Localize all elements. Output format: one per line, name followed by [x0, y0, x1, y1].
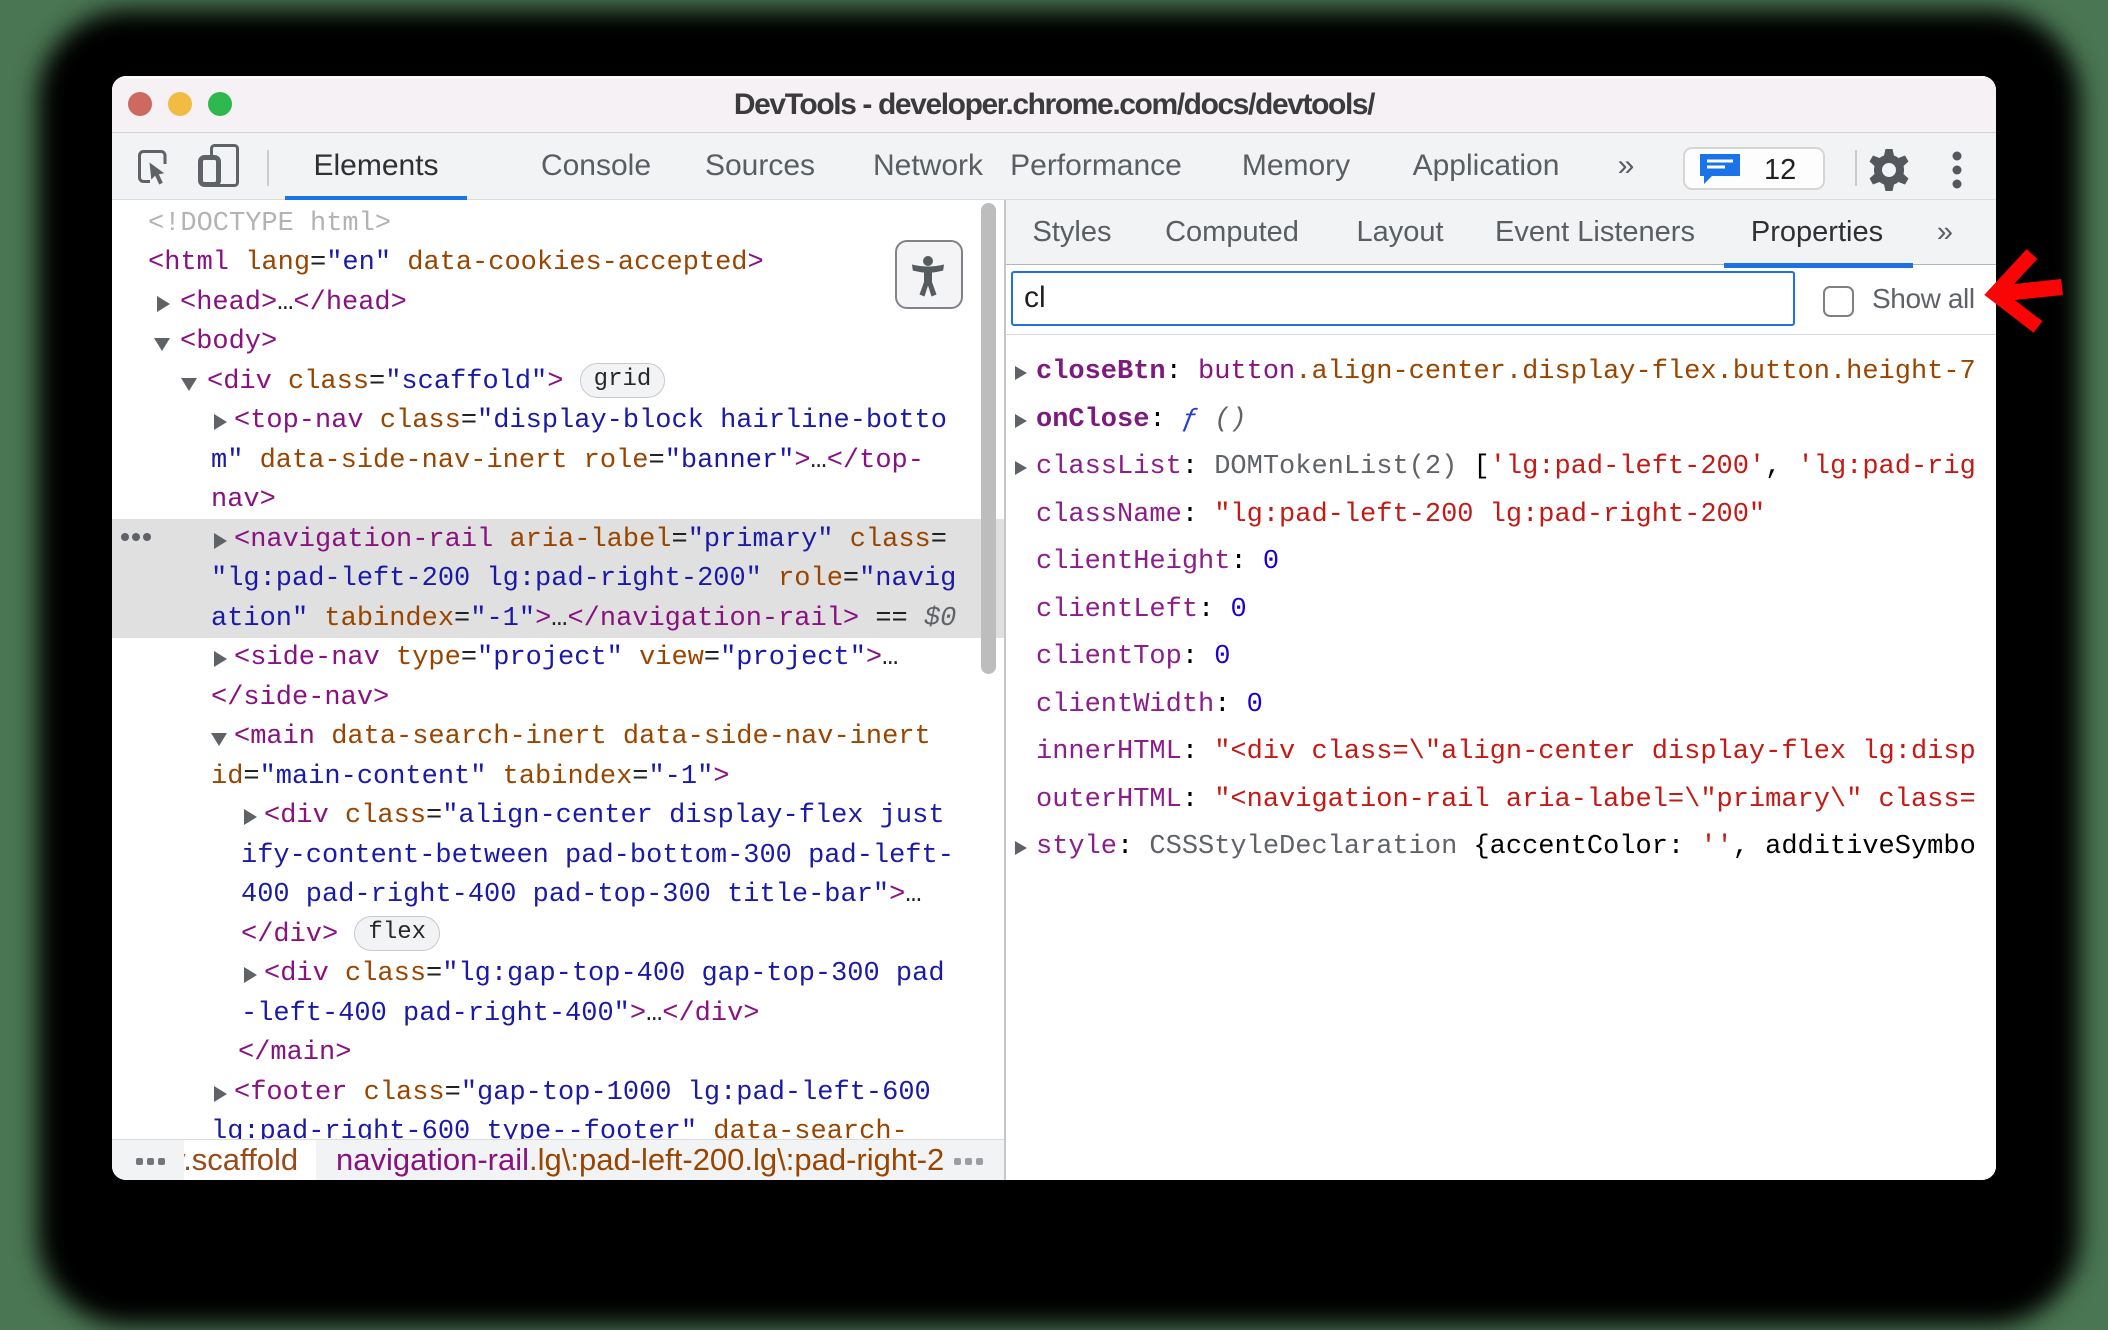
svg-text:12: 12	[1764, 154, 1796, 186]
